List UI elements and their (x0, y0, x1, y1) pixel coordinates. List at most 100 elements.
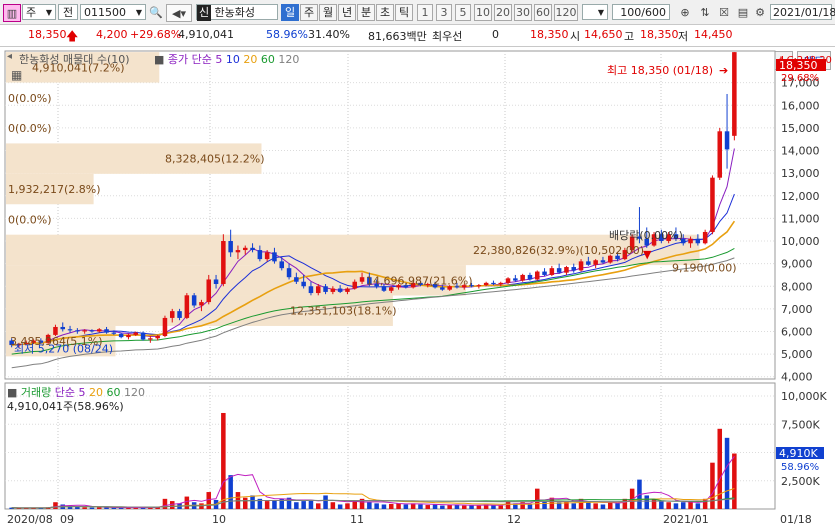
candle-body (199, 302, 204, 306)
date-axis: 2020/08 09 10 11 12 2021/01 01/18 (7, 513, 812, 526)
settings-icon[interactable]: ⚙ (752, 4, 768, 20)
candle-body (695, 238, 701, 244)
price-change: 4,200 (96, 28, 128, 41)
stock-chart[interactable]: 17,00016,00015,00014,00013,00012,00011,0… (0, 47, 835, 527)
volume-bar (315, 503, 321, 509)
search-icon[interactable]: 🔍 (148, 4, 164, 20)
volume-profile-label: 22,380,826(32.9%)(10,502.00) (473, 244, 644, 257)
price-tick-label: 12,000 (781, 190, 820, 203)
interval-60[interactable]: 60 (534, 4, 552, 21)
candle-body (315, 286, 321, 294)
chart-type-icon[interactable]: ☒ (716, 4, 732, 20)
volume-bar (432, 504, 438, 509)
volume-bar (527, 504, 533, 509)
chart-menu-icon[interactable]: ▥ (3, 4, 21, 22)
crosshair-icon[interactable]: ⊕ (676, 4, 694, 20)
count-input[interactable]: 100/600 (612, 4, 670, 20)
dividend-annotation: 배당락(0.00%) (609, 229, 683, 242)
prev-button[interactable]: 전 (58, 4, 78, 20)
volume-bar (680, 502, 686, 509)
candle-body (213, 279, 219, 284)
volume-value-label: 4,910,041주(58.96%) (7, 400, 124, 413)
best-bid-value: 0 (492, 28, 499, 41)
candle-body (82, 330, 87, 332)
volume-bar (695, 503, 701, 509)
price-tick-label: 7,000 (781, 303, 813, 316)
profile-extra-label: 9,190(0.00) (672, 262, 737, 275)
candle-body (286, 268, 292, 278)
volume-bar (564, 501, 569, 509)
interval-10[interactable]: 10 (474, 4, 492, 21)
stock-code-input[interactable]: 011500 ▼ (80, 4, 146, 20)
volume-profile-label: 0(0.0%) (8, 122, 52, 135)
volume-bar (615, 503, 620, 509)
volume-bar (96, 507, 102, 509)
period-year[interactable]: 년 (338, 4, 356, 21)
interval-custom-input[interactable]: ▼ (582, 4, 608, 20)
volume-pct-tag: 58.96% (781, 462, 819, 473)
volume-profile-label: 8,328,405(12.2%) (165, 153, 265, 166)
candle-body (221, 241, 226, 284)
volume-bar (228, 475, 233, 509)
grid-icon[interactable]: ▦ (11, 68, 22, 82)
volume-bar (418, 504, 423, 509)
candle-body (527, 274, 533, 280)
chart-area[interactable]: 17,000 16,000 15,000 14,000 13,000 12,000 11,0… (0, 47, 835, 527)
interval-3[interactable]: 3 (436, 4, 452, 21)
period-minute[interactable]: 분 (357, 4, 375, 21)
candle-body (549, 268, 555, 275)
volume-bar (264, 501, 270, 509)
interval-120[interactable]: 120 (554, 4, 578, 21)
period-week[interactable]: 주 (300, 4, 318, 21)
candle-body (578, 261, 584, 271)
volume-bar (330, 502, 336, 509)
interval-5[interactable]: 5 (455, 4, 471, 21)
current-price: 18,350 (28, 28, 67, 41)
price-ma-120: 120 (278, 53, 300, 66)
period-month[interactable]: 월 (319, 4, 337, 21)
volume-bar (352, 501, 358, 509)
volume-bar (651, 498, 657, 509)
candle-body (67, 329, 73, 331)
price-tick-label: 4,000 (781, 371, 813, 384)
period-day[interactable]: 일 (281, 4, 299, 21)
interval-1[interactable]: 1 (417, 4, 433, 21)
candle-body (279, 261, 285, 269)
candle-body (710, 177, 715, 232)
candle-body (388, 287, 394, 291)
volume-bar (534, 488, 540, 509)
high-arrow-icon: ➔ (719, 64, 728, 77)
volume-bar (301, 501, 306, 509)
period-tick[interactable]: 틱 (395, 4, 413, 21)
price-tick-label: 11,000 (781, 212, 820, 225)
volume-bar (732, 453, 737, 509)
chart-type-select[interactable]: 주 ▼ (22, 4, 56, 20)
date-tick-label: 10 (212, 513, 226, 526)
candle-body (177, 311, 182, 318)
compare-icon[interactable]: ⇅ (697, 4, 713, 20)
volume-bar (345, 503, 350, 509)
volume-profile-label: 1,932,217(2.8%) (8, 183, 101, 196)
candle-body (60, 326, 66, 330)
interval-20[interactable]: 20 (494, 4, 512, 21)
period-second[interactable]: 초 (376, 4, 394, 21)
volume-bar (396, 503, 401, 509)
price-panel-title: 한농화성 매물대 수(10) (19, 53, 130, 66)
price-change-pct: +29.68% (130, 28, 182, 41)
volume-bar (476, 505, 482, 509)
high-label: 고 (624, 30, 635, 43)
candle-body (104, 329, 109, 333)
candle-body (534, 271, 540, 280)
speaker-icon[interactable]: ◀▾ (166, 4, 192, 22)
quote-bar: 18,350 🡅 4,200 +29.68% 4,910,041 58.96% … (0, 25, 835, 70)
candle-body (272, 252, 277, 262)
volume-profile-label: 12,351,103(18.1%) (290, 305, 397, 318)
save-icon[interactable]: ▤ (735, 4, 751, 20)
price-tick-label: 10,000 (781, 235, 820, 248)
candle-body (337, 288, 343, 292)
chart-scroll-icon[interactable]: ◂ (7, 51, 12, 62)
volume-bar (622, 498, 628, 509)
interval-30[interactable]: 30 (514, 4, 532, 21)
candle-body (688, 238, 693, 244)
date-input[interactable]: 2021/01/18 (770, 4, 835, 20)
